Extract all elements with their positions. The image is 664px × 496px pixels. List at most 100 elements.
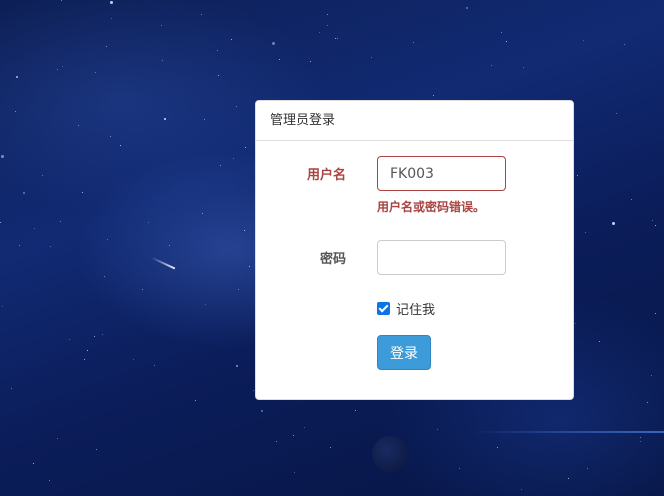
star <box>94 336 95 337</box>
username-input[interactable] <box>377 156 506 191</box>
star <box>84 359 85 360</box>
star <box>11 388 12 389</box>
star <box>57 69 58 70</box>
star <box>640 437 641 438</box>
star <box>169 245 170 246</box>
star <box>42 175 43 176</box>
star <box>647 402 648 403</box>
star <box>261 410 263 412</box>
star <box>577 175 578 176</box>
star <box>521 489 522 490</box>
star <box>61 0 62 1</box>
star <box>640 441 641 442</box>
star <box>195 400 196 401</box>
star <box>201 14 202 15</box>
star <box>34 228 35 229</box>
star <box>111 18 112 19</box>
star <box>110 1 113 4</box>
star <box>110 136 111 137</box>
star <box>279 59 280 60</box>
star <box>294 472 295 473</box>
star <box>506 41 507 42</box>
star <box>95 72 96 73</box>
star <box>96 449 97 450</box>
star <box>413 42 414 43</box>
star <box>437 429 438 430</box>
username-label: 用户名 <box>306 168 346 183</box>
star <box>104 276 105 277</box>
star <box>371 57 372 58</box>
star <box>327 14 328 15</box>
star <box>60 221 61 222</box>
horizon-glow <box>470 431 664 433</box>
star <box>233 158 234 159</box>
star <box>244 230 245 231</box>
star <box>466 7 468 9</box>
star <box>319 32 320 33</box>
star <box>335 38 336 39</box>
remember-checkbox[interactable] <box>377 302 390 315</box>
star <box>102 334 103 335</box>
star <box>133 359 134 360</box>
star <box>253 390 254 391</box>
star <box>165 119 166 120</box>
star <box>355 410 356 411</box>
star <box>148 222 149 223</box>
star <box>142 289 143 290</box>
star <box>583 40 584 41</box>
star <box>337 38 338 39</box>
star <box>16 76 18 78</box>
star <box>236 365 238 367</box>
star <box>220 165 221 166</box>
star <box>245 147 246 148</box>
star <box>15 111 16 112</box>
star <box>330 447 331 448</box>
star <box>62 66 63 67</box>
star <box>50 246 51 247</box>
remember-me[interactable]: 记住我 <box>377 299 435 318</box>
remember-label: 记住我 <box>396 303 436 318</box>
star <box>276 441 277 442</box>
star <box>293 435 294 436</box>
star <box>57 438 58 439</box>
star <box>599 341 600 342</box>
star <box>205 304 206 305</box>
star <box>655 313 656 314</box>
star <box>249 266 250 267</box>
star <box>616 113 617 114</box>
star <box>585 232 586 233</box>
star <box>120 145 121 146</box>
star <box>327 25 328 26</box>
star <box>575 323 576 324</box>
star <box>217 50 218 51</box>
password-input[interactable] <box>377 240 506 275</box>
star <box>107 239 108 240</box>
login-button[interactable]: 登录 <box>377 335 431 370</box>
star <box>162 60 163 61</box>
star <box>587 468 588 469</box>
star <box>154 365 155 366</box>
star <box>1 155 4 158</box>
star <box>497 447 498 448</box>
star <box>0 222 1 223</box>
star <box>272 42 275 45</box>
star <box>82 192 83 193</box>
star <box>23 192 25 194</box>
star <box>87 350 88 351</box>
star <box>204 119 205 120</box>
error-message: 用户名或密码错误。 <box>377 200 486 214</box>
star <box>49 480 50 481</box>
star <box>106 46 107 47</box>
star <box>304 427 305 428</box>
star <box>202 213 203 214</box>
star <box>655 225 656 226</box>
star <box>652 220 653 221</box>
star <box>218 75 219 76</box>
star <box>491 65 492 66</box>
star <box>631 199 632 200</box>
star <box>236 106 237 107</box>
panel-title: 管理员登录 <box>256 101 573 141</box>
password-label: 密码 <box>319 252 346 267</box>
star <box>231 39 232 40</box>
login-panel: 管理员登录 用户名 用户名或密码错误。 密码 记住我 登录 <box>255 100 574 400</box>
